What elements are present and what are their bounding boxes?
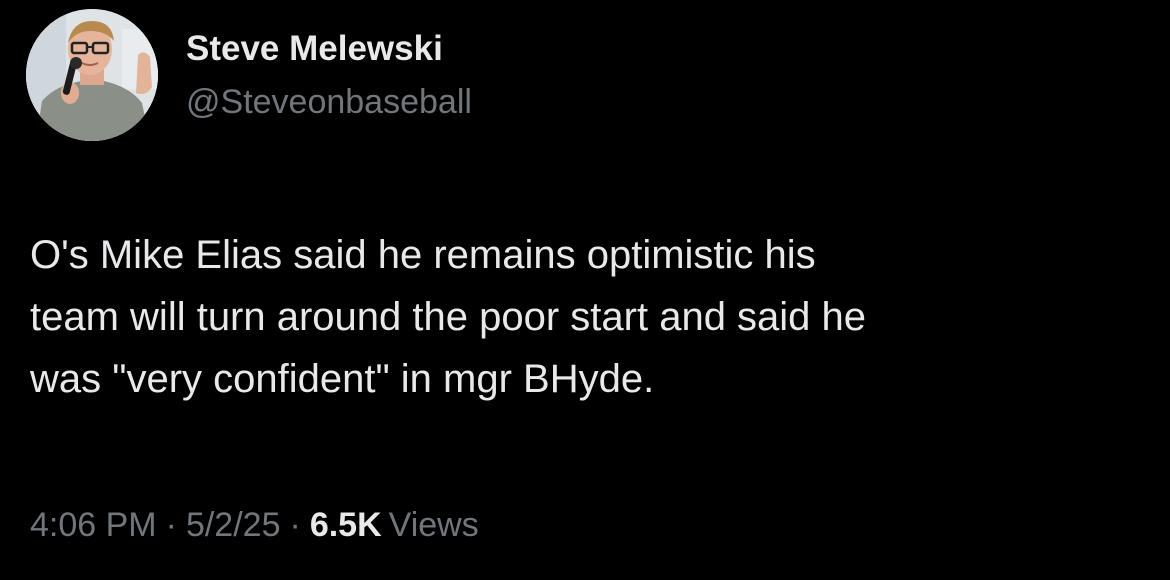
views-count[interactable]: 6.5K: [310, 506, 382, 544]
tweet-text: O's Mike Elias said he remains optimisti…: [30, 233, 867, 401]
views-label: Views: [388, 506, 479, 544]
tweet-date[interactable]: 5/2/25: [186, 506, 281, 544]
author-avatar[interactable]: [26, 9, 158, 141]
tweet-card: Steve Melewski @Steveonbaseball O's Mike…: [0, 0, 1170, 580]
tweet-time[interactable]: 4:06 PM: [30, 506, 157, 544]
meta-separator: ·: [289, 506, 301, 544]
meta-separator: ·: [165, 506, 177, 544]
author-display-name[interactable]: Steve Melewski: [186, 27, 443, 71]
tweet-meta: 4:06 PM · 5/2/25 · 6.5K Views: [30, 500, 479, 550]
author-handle[interactable]: @Steveonbaseball: [186, 80, 472, 124]
avatar-photo-icon: [26, 9, 158, 141]
